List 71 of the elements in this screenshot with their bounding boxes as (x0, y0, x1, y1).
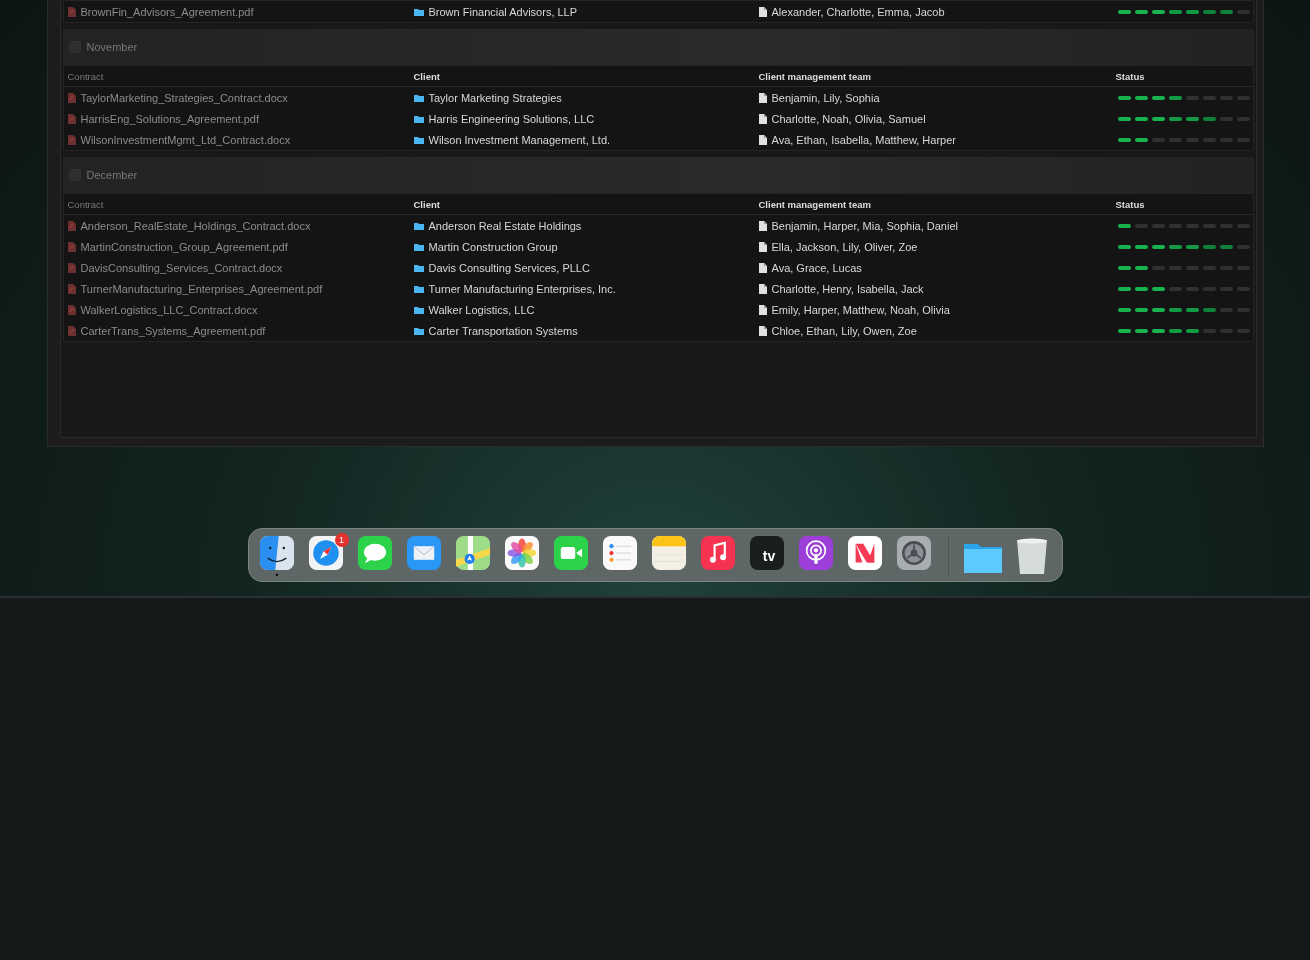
folder-icon (413, 242, 424, 251)
folder-icon (413, 221, 424, 230)
column-header[interactable]: Client management team (758, 198, 1116, 210)
document-icon (758, 241, 767, 252)
document-icon (758, 262, 767, 273)
client-name: Anderson Real Estate Holdings (428, 219, 582, 232)
document-icon (758, 134, 767, 145)
contract-name[interactable]: HarrisEng_Solutions_Agreement.pdf (80, 112, 260, 125)
team-names: Ava, Ethan, Isabella, Matthew, Harper (771, 133, 956, 146)
pdf-file-icon (67, 220, 76, 231)
team-names: Ava, Grace, Lucas (771, 261, 862, 274)
client-name: Carter Transportation Systems (428, 324, 578, 337)
team-names: Benjamin, Lily, Sophia (771, 91, 880, 104)
client-name: Harris Engineering Solutions, LLC (428, 112, 595, 125)
pdf-file-icon (67, 134, 76, 145)
contract-name[interactable]: WilsonInvestmentMgmt_Ltd_Contract.docx (80, 133, 291, 146)
folder-icon (413, 326, 424, 335)
document-icon (758, 6, 767, 17)
contract-name[interactable]: BrownFin_Advisors_Agreement.pdf (80, 5, 254, 18)
folder-icon (413, 263, 424, 272)
client-name: Martin Construction Group (428, 240, 558, 253)
client-name: Turner Manufacturing Enterprises, Inc. (428, 282, 616, 295)
client-name: Davis Consulting Services, PLLC (428, 261, 590, 274)
month-title: November (86, 41, 138, 53)
document-icon (758, 325, 767, 336)
column-header[interactable]: Client management team (758, 70, 1116, 82)
document-icon (758, 92, 767, 103)
folder-icon (413, 305, 424, 314)
document-icon (758, 113, 767, 124)
folder-icon (413, 284, 424, 293)
document-icon (758, 220, 767, 231)
column-header[interactable]: Client (413, 70, 759, 82)
contract-name[interactable]: MartinConstruction_Group_Agreement.pdf (80, 240, 288, 253)
column-header[interactable]: Status (1115, 70, 1253, 82)
team-names: Charlotte, Noah, Olivia, Samuel (771, 112, 926, 125)
column-header[interactable]: Client (413, 198, 759, 210)
team-names: Ella, Jackson, Lily, Oliver, Zoe (771, 240, 918, 253)
contract-name[interactable]: TaylorMarketing_Strategies_Contract.docx (80, 91, 288, 104)
pdf-file-icon (67, 92, 76, 103)
client-name: Walker Logistics, LLC (428, 303, 535, 316)
column-header[interactable]: Contract (67, 70, 414, 82)
team-names: Benjamin, Harper, Mia, Sophia, Daniel (771, 219, 958, 232)
pdf-file-icon (67, 325, 76, 336)
pdf-file-icon (67, 241, 76, 252)
folder-icon (413, 93, 424, 102)
column-header[interactable]: Contract (67, 198, 414, 210)
contract-name[interactable]: TurnerManufacturing_Enterprises_Agreement.pdf (80, 282, 323, 295)
folder-icon (413, 135, 424, 144)
pdf-file-icon (67, 283, 76, 294)
client-name: Taylor Marketing Strategies (428, 91, 562, 104)
team-names: Charlotte, Henry, Isabella, Jack (771, 282, 924, 295)
folder-icon (413, 7, 424, 16)
client-name: Brown Financial Advisors, LLP (428, 5, 578, 18)
month-title: December (86, 169, 138, 181)
team-names: Chloe, Ethan, Lily, Owen, Zoe (771, 324, 917, 337)
document-icon (758, 283, 767, 294)
document-icon (758, 304, 767, 315)
pdf-file-icon (67, 262, 76, 273)
client-name: Wilson Investment Management, Ltd. (428, 133, 611, 146)
team-names: Emily, Harper, Matthew, Noah, Olivia (771, 303, 950, 316)
pdf-file-icon (67, 113, 76, 124)
contract-name[interactable]: WalkerLogistics_LLC_Contract.docx (80, 303, 258, 316)
contract-name[interactable]: DavisConsulting_Services_Contract.docx (80, 261, 283, 274)
contract-name[interactable]: Anderson_RealEstate_Holdings_Contract.docx (80, 219, 311, 232)
pdf-file-icon (67, 304, 76, 315)
pdf-file-icon (67, 6, 76, 17)
folder-icon (413, 114, 424, 123)
column-header[interactable]: Status (1115, 198, 1253, 210)
team-names: Alexander, Charlotte, Emma, Jacob (771, 5, 945, 18)
contract-name[interactable]: CarterTrans_Systems_Agreement.pdf (80, 324, 266, 337)
tv-label: tv (762, 549, 776, 563)
